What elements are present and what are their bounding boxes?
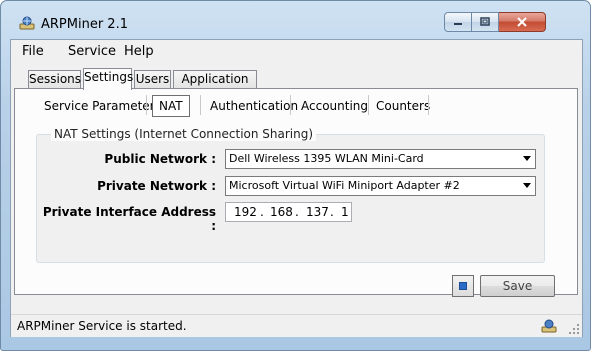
minimize-button[interactable] [444, 12, 472, 32]
public-network-select[interactable]: Dell Wireless 1395 WLAN Mini-Card [225, 149, 536, 169]
private-network-value: Microsoft Virtual WiFi Miniport Adapter … [229, 179, 460, 192]
arpminer-app-icon [19, 16, 35, 30]
settings-panel: Service Parameters NAT Authentication Ac… [14, 88, 578, 295]
ip-dot: . [330, 205, 334, 219]
subtab-authentication[interactable]: Authentication [210, 94, 298, 118]
tab-application-log[interactable]: Application Log [173, 70, 257, 103]
stop-square-icon [459, 282, 467, 290]
ip-octet-4: 1 [341, 205, 349, 219]
public-network-label: Public Network : [104, 152, 216, 166]
subtab-divider [200, 95, 201, 115]
title-bar[interactable]: ARPMiner 2.1 [1, 1, 590, 37]
app-window: ARPMiner 2.1 File Service Help Sessions … [0, 0, 591, 351]
client-area: File Service Help Sessions Settings User… [10, 39, 583, 337]
tray-arpminer-icon [541, 319, 557, 333]
private-interface-address-label: Private Interface Address : [42, 205, 216, 233]
save-button[interactable]: Save [480, 275, 555, 297]
menu-bar: File Service Help [11, 40, 582, 62]
ip-dot: . [260, 205, 264, 219]
chevron-down-icon [523, 183, 531, 188]
maximize-button[interactable] [472, 12, 499, 32]
resize-grip-icon[interactable] [569, 324, 579, 334]
subtab-counters[interactable]: Counters [376, 94, 430, 118]
private-network-label: Private Network : [97, 179, 216, 193]
status-text: ARPMiner Service is started. [17, 319, 187, 333]
subtab-divider [428, 95, 429, 115]
maximize-icon [480, 17, 490, 26]
subtab-divider [368, 95, 369, 115]
status-bar: ARPMiner Service is started. [11, 314, 582, 337]
menu-service[interactable]: Service [68, 44, 116, 59]
stop-service-button[interactable] [452, 275, 474, 297]
window-title: ARPMiner 2.1 [41, 17, 128, 32]
close-button[interactable] [499, 12, 546, 32]
ip-octet-2: 168 [270, 205, 293, 219]
menu-file[interactable]: File [22, 44, 44, 59]
ip-octet-3: 137 [306, 205, 329, 219]
tab-settings[interactable]: Settings [83, 68, 133, 90]
menu-help[interactable]: Help [124, 44, 154, 59]
subtab-divider [146, 95, 147, 115]
private-interface-ip-input[interactable]: 192 . 168 . 137 . 1 [225, 202, 352, 222]
public-network-value: Dell Wireless 1395 WLAN Mini-Card [229, 152, 424, 165]
private-network-select[interactable]: Microsoft Virtual WiFi Miniport Adapter … [225, 176, 536, 196]
subtab-nat[interactable]: NAT [152, 95, 190, 117]
tab-users[interactable]: Users [134, 70, 171, 88]
close-icon [517, 17, 527, 27]
nat-settings-group-label: NAT Settings (Internet Connection Sharin… [51, 127, 317, 141]
subtab-service-parameters[interactable]: Service Parameters [44, 94, 161, 118]
ip-dot: . [295, 205, 299, 219]
chevron-down-icon [523, 156, 531, 161]
subtab-divider [290, 95, 291, 115]
ip-octet-1: 192 [234, 205, 257, 219]
minimize-icon [454, 23, 462, 25]
subtab-accounting[interactable]: Accounting [301, 94, 368, 118]
tab-sessions[interactable]: Sessions [28, 70, 81, 88]
